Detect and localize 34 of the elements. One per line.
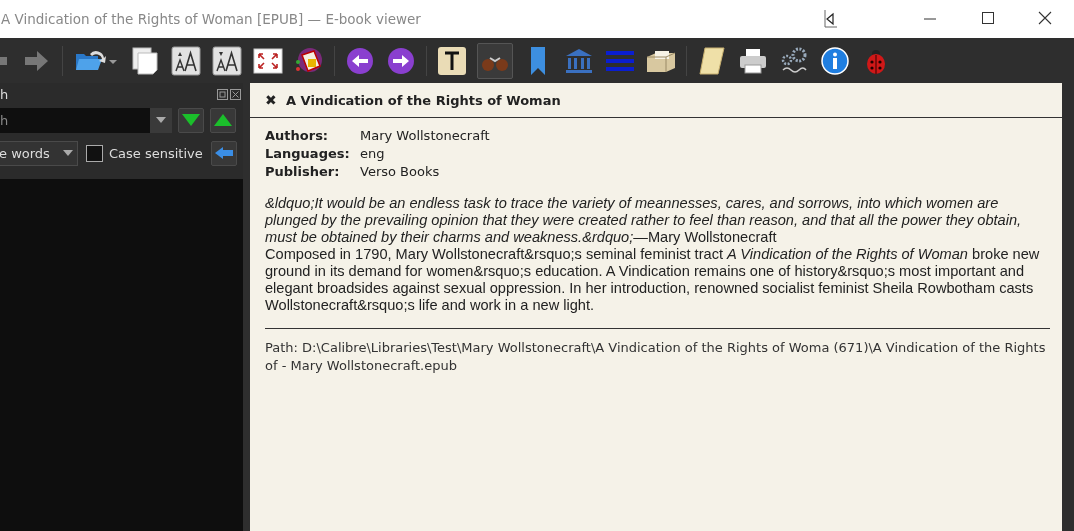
file-path: Path: D:\Calibre\Libraries\Test\Mary Wollstonecraft\A Vindication of the Rights of Woma (671)\A Vindication of the Rights of - Mary Wollstonecraft.epub — [265, 339, 1047, 375]
float-icon[interactable] — [217, 88, 228, 100]
metadata-value: Mary Wollstonecraft — [360, 127, 491, 145]
metadata-label: Languages: — [265, 145, 351, 163]
font-smaller-icon[interactable] — [212, 45, 242, 76]
metadata-label: Authors: — [265, 127, 330, 145]
checkbox-label[interactable]: Case sensitive — [109, 145, 203, 161]
history-dropdown-button[interactable] — [150, 107, 172, 133]
scroll-icon[interactable] — [697, 45, 727, 76]
pages-icon[interactable] — [130, 45, 160, 76]
checkbox[interactable] — [86, 144, 103, 162]
find-next-button[interactable] — [178, 107, 204, 133]
metadata-value: eng — [360, 145, 386, 163]
close-icon[interactable]: ✖ — [265, 92, 277, 108]
metadata-value: Verso Books — [360, 163, 441, 181]
panel-title: h — [0, 86, 9, 102]
find-previous-button[interactable] — [210, 107, 236, 133]
pointer-icon[interactable] — [824, 10, 838, 28]
close-icon[interactable] — [230, 88, 241, 100]
font-larger-icon[interactable] — [171, 45, 201, 76]
mode-dropdown[interactable]: e words — [0, 140, 78, 166]
info-icon[interactable] — [820, 45, 850, 76]
letter-tile-icon[interactable] — [437, 45, 467, 76]
window-title: A Vindication of the Rights of Woman [EPUB] — E-book viewer — [1, 11, 421, 27]
book-title: A Vindication of the Rights of Woman — [286, 92, 561, 108]
caret-icon[interactable] — [63, 150, 73, 156]
up-triangle-icon[interactable] — [214, 114, 232, 126]
fullscreen-icon[interactable] — [253, 45, 283, 76]
back-arrow-button[interactable] — [210, 140, 237, 166]
metadata-label: Publisher: — [265, 163, 341, 181]
caret-icon[interactable] — [156, 117, 166, 123]
book-description: Composed in 1790, Mary Wollstonecraft&rsquo;s seminal feminist tract A Vindication of the Rights of Woman broke new ground in its demand for women&rsquo;s education. A Vindication remains one of history&rsquo;s most important and elegant broadsides against sexual oppression. In her introduction, renowned socialist feminist Sheila Rowbotham casts Wollstonecraft&rsquo;s life and work in a new light. — [265, 246, 1041, 314]
down-triangle-icon[interactable] — [182, 114, 200, 126]
search-field[interactable]: h — [0, 107, 150, 133]
